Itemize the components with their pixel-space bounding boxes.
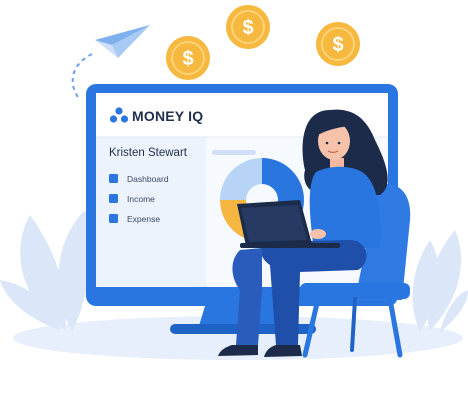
coin-symbol: $ — [182, 48, 193, 70]
brand-name: MONEY IQ — [132, 108, 204, 124]
coin-symbol: $ — [242, 17, 253, 39]
left-plant-decoration — [0, 210, 91, 332]
paper-plane-icon — [95, 25, 150, 58]
square-icon — [109, 174, 118, 183]
square-icon — [109, 214, 118, 223]
right-plant-decoration — [412, 230, 468, 332]
user-name: Kristen Stewart — [109, 147, 187, 159]
coin-symbol: $ — [332, 34, 343, 56]
sidebar-item-income[interactable]: Income — [127, 194, 155, 204]
sidebar-item-dashboard[interactable]: Dashboard — [127, 174, 169, 184]
square-icon — [109, 194, 118, 203]
sidebar-item-expense[interactable]: Expense — [127, 214, 160, 224]
